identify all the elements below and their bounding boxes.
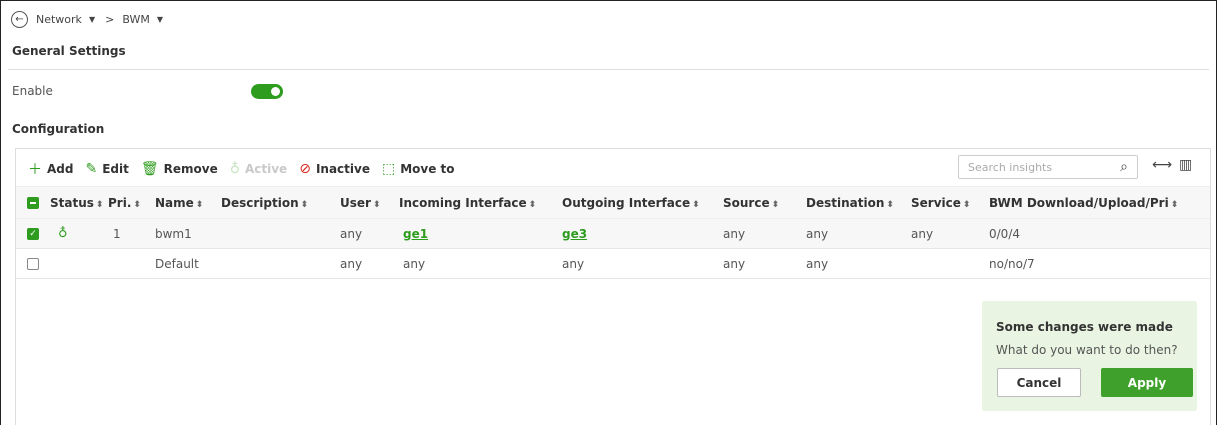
column-header-name[interactable]: Name ⬍ (155, 186, 221, 219)
chevron-down-icon[interactable]: ▼ (89, 15, 95, 24)
lightbulb-off-icon: ⊘ (299, 161, 311, 177)
unsaved-changes-notice: Some changes were made What do you want … (982, 301, 1197, 411)
column-header-description[interactable]: Description ⬍ (221, 186, 340, 219)
trash-icon: 🗑︎ (140, 161, 159, 177)
bwm-cell: 0/0/4 (989, 218, 1210, 249)
column-header-pri[interactable]: Pri. ⬍ (108, 186, 155, 219)
source-cell: any (723, 248, 806, 279)
outgoing-interface-cell: ge3 (562, 218, 723, 249)
fit-width-icon[interactable]: ⟷ (1152, 157, 1172, 173)
search-placeholder: Search insights (968, 160, 1053, 174)
chevron-down-icon[interactable]: ▼ (157, 15, 163, 24)
bwm-rules-table: Status ⬍ Pri. ⬍ Name ⬍ Description ⬍ User ⬍ I… (16, 186, 1210, 279)
sort-icon: ⬍ (886, 199, 894, 210)
row-checkbox[interactable]: ✓ (27, 228, 39, 240)
configuration-title: Configuration (12, 122, 105, 136)
service-cell: any (911, 218, 989, 249)
row-checkbox-cell: ✓ (16, 218, 50, 249)
lightbulb-active-icon: ♁ (58, 226, 68, 241)
active-button[interactable]: ♁ Active (230, 161, 287, 177)
breadcrumb-item-bwm[interactable]: BWM (122, 13, 150, 26)
sort-icon: ⬍ (95, 199, 104, 210)
description-cell (221, 248, 340, 279)
cancel-button[interactable]: Cancel (997, 368, 1081, 397)
sort-icon: ⬍ (372, 199, 381, 210)
divider (8, 69, 1209, 70)
pri-cell: 1 (108, 218, 155, 249)
column-header-destination[interactable]: Destination ⬍ (806, 186, 911, 219)
column-header-status[interactable]: Status ⬍ (50, 186, 108, 219)
column-settings-icon[interactable]: ▥ (1179, 157, 1192, 173)
enable-label: Enable (12, 84, 53, 98)
select-all-checkbox[interactable] (27, 197, 39, 209)
column-header-user[interactable]: User ⬍ (340, 186, 399, 219)
search-input[interactable]: Search insights ⌕ (958, 155, 1138, 179)
destination-cell: any (806, 218, 911, 249)
bwm-cell: no/no/7 (989, 248, 1210, 279)
notice-subtitle: What do you want to do then? (996, 343, 1178, 357)
back-arrow-icon[interactable]: ← (11, 10, 28, 28)
outgoing-interface-link[interactable]: ge3 (562, 227, 587, 241)
pencil-icon: ✎ (85, 161, 98, 177)
sort-icon: ⬍ (195, 199, 204, 210)
sort-icon: ⬍ (528, 199, 537, 210)
table-row[interactable]: Default any any any any any no/no/7 (16, 248, 1210, 279)
breadcrumb: ← Network ▼ > BWM ▼ (11, 9, 173, 29)
sort-icon: ⬍ (962, 199, 971, 210)
breadcrumb-item-network[interactable]: Network (36, 13, 82, 26)
outgoing-interface-cell: any (562, 248, 723, 279)
incoming-interface-cell: ge1 (399, 218, 562, 249)
sort-icon: ⬍ (133, 199, 141, 210)
inactive-button[interactable]: ⊘ Inactive (299, 161, 370, 177)
column-header-source[interactable]: Source ⬍ (723, 186, 806, 219)
search-icon[interactable]: ⌕ (1120, 159, 1128, 175)
sort-icon: ⬍ (692, 199, 700, 210)
incoming-interface-cell: any (399, 248, 562, 279)
source-cell: any (723, 218, 806, 249)
name-cell: bwm1 (155, 218, 221, 249)
apply-button[interactable]: Apply (1101, 368, 1193, 397)
select-all-checkbox-cell (16, 186, 50, 219)
edit-button[interactable]: ✎ Edit (85, 161, 128, 177)
incoming-interface-link[interactable]: ge1 (403, 227, 428, 241)
name-cell: Default (155, 248, 221, 279)
user-cell: any (340, 248, 399, 279)
table-row[interactable]: ✓ ♁ 1 bwm1 any ge1 ge3 any any any 0/0/4 (16, 218, 1210, 249)
notice-title: Some changes were made (996, 320, 1173, 334)
status-cell: ♁ (50, 218, 108, 249)
general-settings-title: General Settings (12, 44, 126, 58)
user-cell: any (340, 218, 399, 249)
toolbar: ＋ Add ✎ Edit 🗑︎ Remove ♁ Active ⊘ Inactive ⬚ M… (28, 159, 467, 179)
description-cell (221, 218, 340, 249)
row-checkbox[interactable] (27, 258, 39, 270)
destination-cell: any (806, 248, 911, 279)
sort-icon: ⬍ (1170, 199, 1179, 210)
move-icon: ⬚ (381, 161, 396, 177)
column-header-incoming-interface[interactable]: Incoming Interface ⬍ (399, 186, 562, 219)
column-header-bwm[interactable]: BWM Download/Upload/Pri ⬍ (989, 186, 1210, 219)
lightbulb-icon: ♁ (229, 161, 240, 177)
add-button[interactable]: ＋ Add (28, 159, 73, 179)
pri-cell (108, 248, 155, 279)
move-to-button[interactable]: ⬚ Move to (382, 161, 455, 177)
plus-icon: ＋ (28, 162, 42, 178)
remove-button[interactable]: 🗑︎ Remove (141, 161, 218, 177)
column-header-service[interactable]: Service ⬍ (911, 186, 989, 219)
status-cell (50, 248, 108, 279)
breadcrumb-separator: > (105, 12, 115, 26)
enable-toggle[interactable] (251, 84, 283, 99)
sort-icon: ⬍ (771, 199, 780, 210)
row-checkbox-cell (16, 248, 50, 279)
table-header-row: Status ⬍ Pri. ⬍ Name ⬍ Description ⬍ User ⬍ I… (16, 186, 1210, 219)
sort-icon: ⬍ (300, 199, 309, 210)
service-cell (911, 248, 989, 279)
column-header-outgoing-interface[interactable]: Outgoing Interface ⬍ (562, 186, 723, 219)
